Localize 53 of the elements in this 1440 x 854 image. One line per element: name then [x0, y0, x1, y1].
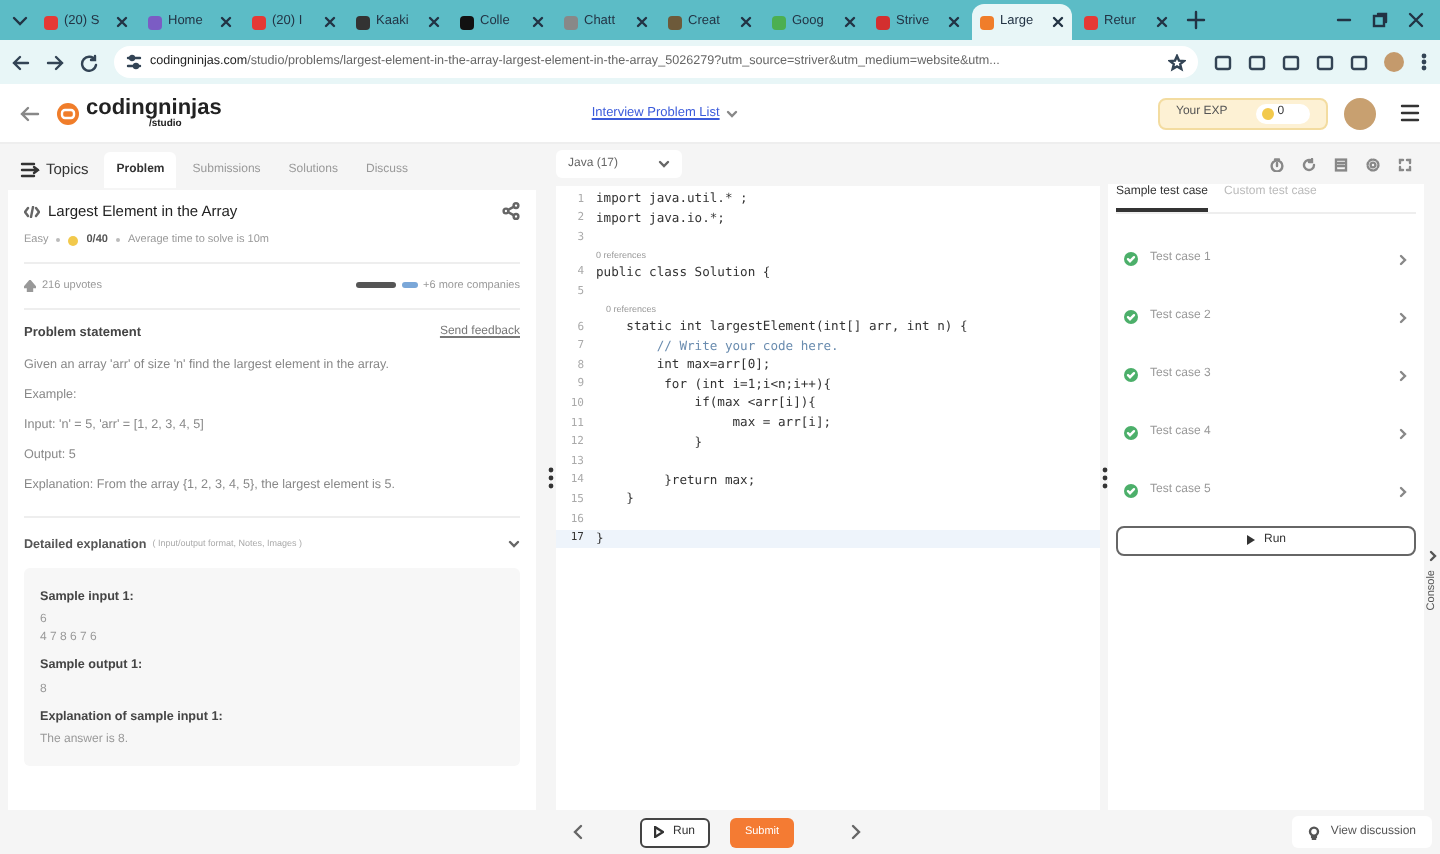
- chevron-icon[interactable]: [508, 538, 520, 551]
- logo-text: codingninjas: [86, 97, 222, 119]
- bookmark-star-icon[interactable]: [1168, 53, 1186, 71]
- chevron-down-icon: [658, 158, 670, 170]
- close-icon[interactable]: [844, 16, 856, 28]
- settings-icon[interactable]: [1366, 157, 1380, 171]
- menu-icon[interactable]: [1400, 104, 1420, 122]
- coin-icon: [1261, 107, 1274, 119]
- fullscreen-icon[interactable]: [1398, 157, 1412, 171]
- share-icon[interactable]: [502, 202, 520, 221]
- chevron-right-icon: [1398, 311, 1408, 324]
- chevron-down-icon[interactable]: [725, 107, 738, 119]
- code-icon: [24, 205, 40, 218]
- timer-icon[interactable]: [1270, 157, 1284, 171]
- chevron-left-icon[interactable]: [572, 824, 584, 840]
- chevron-right-icon: [1398, 427, 1408, 440]
- close-icon[interactable]: [220, 16, 232, 28]
- site-info-icon[interactable]: [126, 54, 142, 70]
- drag-handle-icon[interactable]: [1101, 465, 1107, 489]
- chevron-right-icon: [1398, 485, 1408, 498]
- drag-handle-icon[interactable]: [547, 465, 553, 489]
- company-logo: [401, 282, 418, 289]
- new-tab-icon[interactable]: [1186, 10, 1206, 30]
- logo-icon: [56, 101, 80, 125]
- chevron-right-icon[interactable]: [1427, 549, 1437, 562]
- close-icon[interactable]: [428, 16, 440, 28]
- chevron-right-icon[interactable]: [850, 824, 862, 840]
- upvote-icon[interactable]: [24, 279, 36, 292]
- play-icon: [1245, 534, 1256, 546]
- close-icon[interactable]: [116, 16, 128, 28]
- close-icon[interactable]: [532, 16, 544, 28]
- close-icon[interactable]: [1052, 16, 1064, 28]
- close-icon[interactable]: [740, 16, 752, 28]
- close-icon[interactable]: [1408, 12, 1424, 28]
- topics-icon: [20, 162, 40, 178]
- reset-icon[interactable]: [1302, 157, 1316, 171]
- more-icon[interactable]: [1420, 52, 1428, 72]
- chevron-right-icon: [1398, 253, 1408, 266]
- restore-icon[interactable]: [1372, 12, 1388, 28]
- forward-icon[interactable]: [46, 53, 64, 71]
- notes-icon[interactable]: [1334, 157, 1348, 171]
- back-arrow-icon[interactable]: [20, 103, 40, 123]
- company-logo: [355, 282, 396, 289]
- close-icon[interactable]: [636, 16, 648, 28]
- coin-icon: [68, 235, 79, 246]
- chevron-right-icon: [1398, 369, 1408, 382]
- close-icon[interactable]: [324, 16, 336, 28]
- close-icon[interactable]: [948, 16, 960, 28]
- close-icon[interactable]: [1156, 16, 1168, 28]
- reload-icon[interactable]: [80, 53, 98, 71]
- back-icon[interactable]: [12, 53, 30, 71]
- play-icon: [654, 826, 665, 838]
- lightbulb-icon: [1308, 825, 1321, 839]
